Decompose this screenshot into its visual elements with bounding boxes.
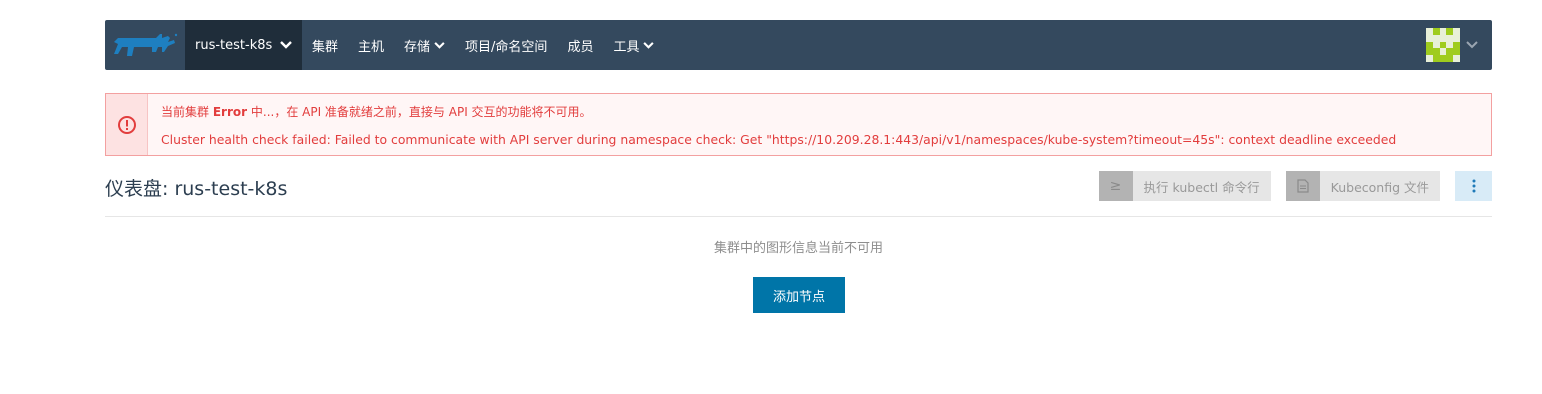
chevron-down-icon bbox=[434, 41, 445, 49]
exclamation-circle-icon bbox=[117, 115, 136, 134]
nav-item-storage[interactable]: 存储 bbox=[394, 20, 455, 70]
cluster-selector[interactable]: rus-test-k8s bbox=[185, 20, 302, 70]
kubeconfig-file-button[interactable]: Kubeconfig 文件 bbox=[1285, 171, 1440, 201]
top-navbar: rus-test-k8s 集群 主机 存储 项目/命名空间 成员 工具 bbox=[105, 20, 1492, 70]
page-title: 仪表盘: rus-test-k8s bbox=[105, 178, 288, 200]
nav-item-cluster[interactable]: 集群 bbox=[302, 20, 348, 70]
nav-item-label: 工具 bbox=[613, 39, 640, 55]
alert-icon-column bbox=[106, 94, 148, 155]
alert-body: 当前集群 Error 中...，在 API 准备就绪之前，直接与 API 交互的… bbox=[148, 94, 1396, 155]
avatar bbox=[1426, 28, 1460, 62]
chevron-down-icon bbox=[280, 41, 293, 49]
chevron-down-icon bbox=[643, 41, 655, 49]
more-actions-button[interactable] bbox=[1455, 171, 1492, 201]
add-node-button[interactable]: 添加节点 bbox=[753, 277, 845, 313]
alert-detail: Cluster health check failed: Failed to c… bbox=[161, 131, 1397, 147]
nav-item-label: 主机 bbox=[358, 39, 385, 55]
rancher-logo[interactable] bbox=[105, 20, 185, 70]
main-nav: 集群 主机 存储 项目/命名空间 成员 工具 bbox=[302, 20, 664, 70]
kubectl-shell-button[interactable]: ≥ 执行 kubectl 命令行 bbox=[1098, 171, 1271, 201]
user-menu[interactable] bbox=[1426, 28, 1492, 62]
nav-item-members[interactable]: 成员 bbox=[557, 20, 603, 70]
nav-item-projects-namespaces[interactable]: 项目/命名空间 bbox=[455, 20, 557, 70]
nav-item-label: 项目/命名空间 bbox=[465, 39, 548, 55]
nav-item-hosts[interactable]: 主机 bbox=[348, 20, 394, 70]
cluster-state: Error bbox=[212, 104, 248, 119]
file-icon bbox=[1285, 171, 1320, 201]
nav-item-label: 集群 bbox=[312, 39, 339, 55]
kubeconfig-file-label: Kubeconfig 文件 bbox=[1319, 171, 1440, 201]
nav-item-label: 存储 bbox=[404, 39, 431, 55]
cluster-error-banner: 当前集群 Error 中...，在 API 准备就绪之前，直接与 API 交互的… bbox=[105, 93, 1492, 156]
divider bbox=[105, 216, 1492, 217]
cluster-selector-label: rus-test-k8s bbox=[195, 37, 273, 53]
chevron-down-icon bbox=[1466, 41, 1478, 49]
nav-item-label: 成员 bbox=[567, 39, 594, 55]
vertical-ellipsis-icon bbox=[1472, 179, 1475, 193]
terminal-icon: ≥ bbox=[1098, 171, 1133, 201]
dashboard-unavailable-message: 集群中的图形信息当前不可用 bbox=[713, 241, 883, 256]
rancher-cow-icon bbox=[114, 33, 178, 56]
kubectl-shell-label: 执行 kubectl 命令行 bbox=[1132, 171, 1271, 201]
page-actions: ≥ 执行 kubectl 命令行 Kubeconfig 文件 bbox=[1098, 171, 1492, 201]
nav-item-tools[interactable]: 工具 bbox=[603, 20, 664, 70]
alert-summary: 当前集群 Error 中...，在 API 准备就绪之前，直接与 API 交互的… bbox=[161, 104, 592, 119]
